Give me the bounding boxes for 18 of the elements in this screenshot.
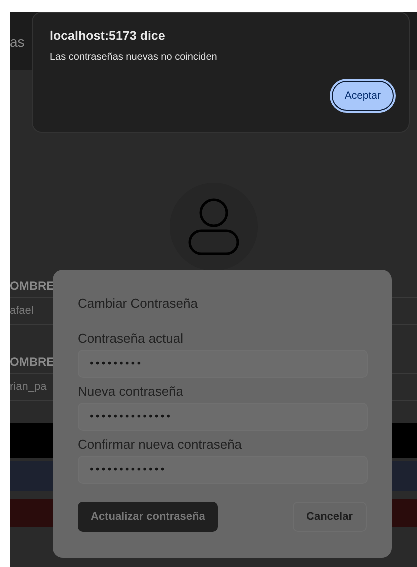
password-field[interactable]: ••••••••• <box>78 350 368 378</box>
cell-text: rian_pa <box>10 381 47 393</box>
password-field[interactable]: ••••••••••••• <box>78 456 368 484</box>
field-label: OMBRE <box>10 354 55 371</box>
field-label: Confirmar nueva contraseña <box>78 437 242 453</box>
field-label: Contraseña actual <box>78 331 184 347</box>
user-icon <box>188 198 240 256</box>
accept-button[interactable]: Aceptar <box>332 81 394 111</box>
dialog-title: Cambiar Contraseña <box>78 296 198 311</box>
update-button[interactable]: Actualizar contraseña <box>78 502 218 532</box>
alert-title: localhost:5173 dice <box>50 29 166 43</box>
password-field[interactable]: •••••••••••••• <box>78 403 368 431</box>
cancel-button[interactable]: Cancelar <box>292 502 367 532</box>
alert-message: Las contraseñas nuevas no coinciden <box>50 52 218 63</box>
field-label: OMBRE <box>10 278 55 295</box>
field-label: Nueva contraseña <box>78 384 184 400</box>
cell-text: afael <box>10 305 34 317</box>
nav-link[interactable]: as <box>10 34 25 50</box>
